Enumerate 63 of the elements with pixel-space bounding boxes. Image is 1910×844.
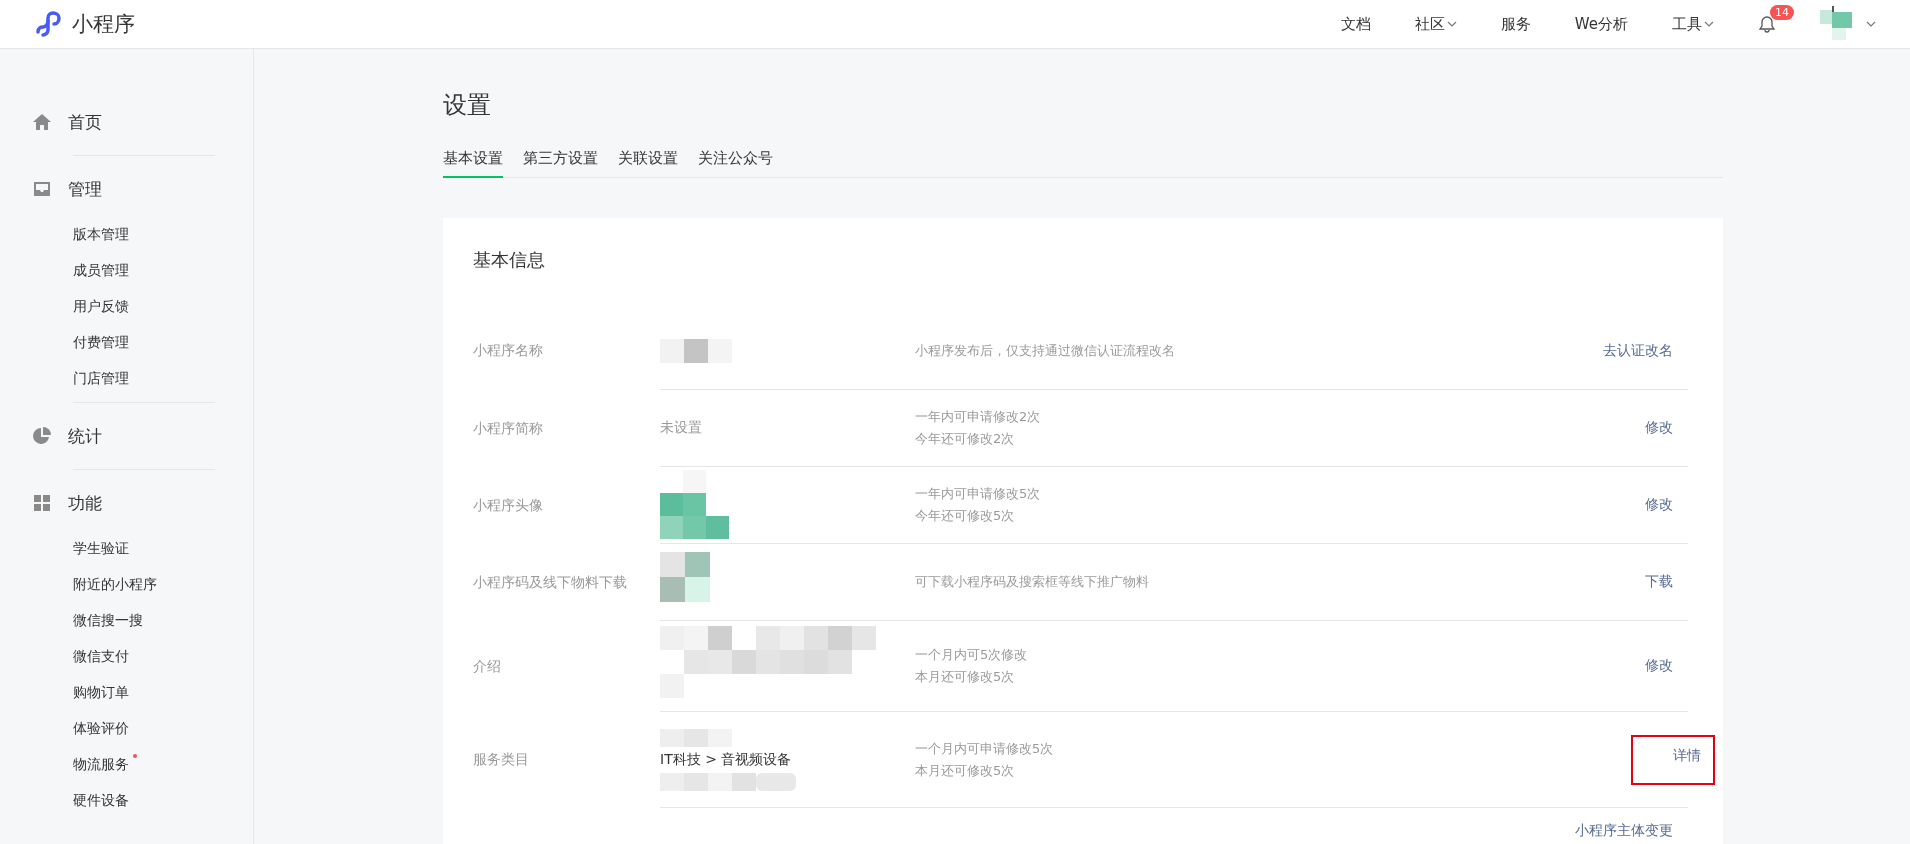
sidebar-item[interactable]: 门店管理: [73, 360, 139, 396]
sidebar-item[interactable]: 付费管理: [73, 324, 139, 360]
sidebar-item[interactable]: 用户反馈: [73, 288, 139, 324]
nav-link[interactable]: 社区: [1414, 14, 1457, 34]
action-link[interactable]: 修改: [1645, 657, 1673, 675]
field-note: 本月还可修改5次: [915, 761, 1016, 780]
sidebar-item[interactable]: 硬件设备: [73, 782, 139, 818]
sidebar-section[interactable]: 首页: [32, 95, 253, 149]
field-note: 小程序发布后，仅支持通过微信认证流程改名: [915, 341, 1176, 360]
notification-dot: [133, 754, 137, 758]
field-note: 可下载小程序码及搜索框等线下推广物料: [915, 573, 1150, 591]
sidebar-section[interactable]: 管理: [32, 162, 253, 216]
field-note: 一年内可申请修改5次: [915, 485, 1042, 503]
field-note: 今年还可修改5次: [915, 507, 1016, 525]
field-value: IT科技 > 音视频设备: [660, 750, 793, 769]
tab[interactable]: 基本设置: [443, 145, 503, 178]
action-link[interactable]: 详情: [1631, 734, 1715, 785]
logo-icon: [34, 10, 62, 38]
field-value: 未设置: [660, 419, 702, 435]
sidebar-item[interactable]: 微信支付: [73, 638, 139, 674]
sidebar-item[interactable]: 物流服务: [73, 746, 139, 782]
field-label: 小程序名称: [473, 342, 544, 360]
field-note: 本月还可修改5次: [915, 668, 1016, 686]
nav-link[interactable]: We分析: [1574, 14, 1628, 34]
nav-link[interactable]: 工具: [1672, 14, 1714, 34]
caret-icon: [1446, 21, 1457, 27]
field-note: 今年还可修改2次: [915, 430, 1016, 448]
card-title: 基本信息: [473, 248, 546, 272]
sidebar-item[interactable]: 成员管理: [73, 252, 139, 288]
brand-name: 小程序: [72, 11, 135, 38]
field-label: 小程序简称: [473, 419, 544, 438]
sidebar-section[interactable]: 统计: [32, 409, 253, 463]
tab[interactable]: 关联设置: [618, 145, 678, 178]
sidebar-item[interactable]: 微信搜一搜: [73, 602, 153, 638]
action-link[interactable]: 修改: [1645, 419, 1673, 437]
page-title: 设置: [443, 90, 492, 121]
bell-icon[interactable]: [1758, 15, 1776, 33]
sidebar-item[interactable]: 版本管理: [73, 216, 139, 252]
field-label: 小程序码及线下物料下载: [473, 573, 628, 592]
field-label: 服务类目: [473, 751, 530, 769]
sidebar-item[interactable]: 学生验证: [73, 530, 139, 566]
sidebar-item[interactable]: 体验评价: [73, 710, 139, 746]
tab[interactable]: 第三方设置: [523, 145, 598, 178]
action-link[interactable]: 小程序主体变更: [1575, 822, 1673, 840]
notification-badge: 14: [1770, 5, 1794, 20]
caret-icon: [1704, 21, 1714, 27]
nav-link[interactable]: 服务: [1500, 14, 1531, 34]
field-label: 小程序头像: [473, 496, 544, 515]
inbox-icon: [32, 179, 52, 199]
action-link[interactable]: 修改: [1645, 496, 1673, 514]
pie-chart-icon: [32, 426, 52, 446]
sidebar-item[interactable]: 附近的小程序: [73, 566, 167, 602]
caret-icon: [1866, 21, 1876, 27]
field-note: 一年内可申请修改2次: [915, 408, 1042, 426]
action-link[interactable]: 下载: [1645, 573, 1673, 591]
grid-icon: [32, 493, 52, 513]
action-link[interactable]: 去认证改名: [1603, 341, 1673, 360]
nav-link[interactable]: 文档: [1340, 14, 1371, 34]
field-label: 介绍: [473, 657, 502, 676]
home-icon: [32, 112, 52, 132]
sidebar-section[interactable]: 功能: [32, 476, 253, 530]
sidebar-item[interactable]: 购物订单: [73, 674, 139, 710]
tab[interactable]: 关注公众号: [698, 145, 773, 178]
